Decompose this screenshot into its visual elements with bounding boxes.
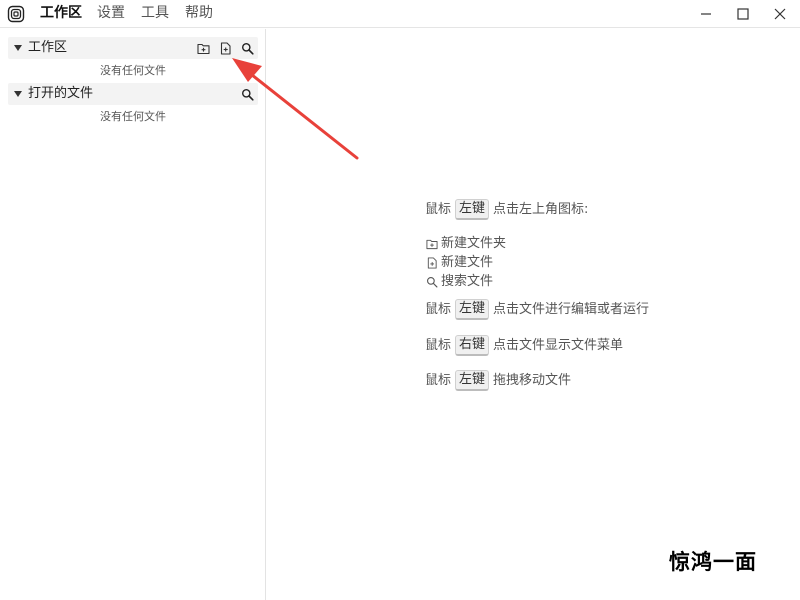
- maximize-icon: [737, 5, 749, 24]
- search-icon: [425, 276, 438, 289]
- title-bar: 工作区 设置 工具 帮助: [0, 0, 800, 28]
- main-panel: 鼠标 左键 点击左上角图标: 新建文件夹 新建文件 搜索文件 鼠标 左键 点击文…: [267, 29, 800, 600]
- close-icon: [774, 5, 786, 24]
- minimize-icon: [700, 5, 712, 24]
- close-button[interactable]: [762, 0, 798, 28]
- hint-text: 点击左上角图标:: [493, 201, 589, 217]
- caret-down-icon[interactable]: [14, 45, 22, 51]
- feature-label: 新建文件夹: [441, 236, 507, 251]
- feature-new-folder: 新建文件夹: [425, 235, 506, 253]
- app-window: 工作区 设置 工具 帮助 工作区 没有任何文件 打开的文件 没有任何文件 鼠标 …: [0, 0, 800, 600]
- open-files-empty-text: 没有任何文件: [100, 110, 166, 123]
- key-badge: 左键: [455, 199, 490, 220]
- maximize-button[interactable]: [725, 0, 761, 28]
- key-badge: 左键: [455, 299, 490, 320]
- key-badge: 左键: [455, 370, 490, 391]
- menu-help[interactable]: 帮助: [185, 4, 213, 22]
- watermark-text: 惊鸿一面: [669, 550, 757, 574]
- minimize-button[interactable]: [688, 0, 724, 28]
- hint-prefix: 鼠标: [425, 372, 452, 388]
- menu-tools[interactable]: 工具: [141, 4, 169, 22]
- search-icon[interactable]: [239, 40, 255, 56]
- feature-label: 搜索文件: [441, 274, 494, 289]
- workspace-section-header[interactable]: 工作区: [8, 37, 258, 59]
- feature-search-file: 搜索文件: [425, 273, 493, 291]
- hint-prefix: 鼠标: [425, 337, 452, 353]
- feature-label: 新建文件: [441, 255, 494, 270]
- hint-row-edit-run: 鼠标 左键 点击文件进行编辑或者运行: [425, 299, 649, 320]
- workspace-section-title: 工作区: [28, 40, 68, 55]
- feature-new-file: 新建文件: [425, 254, 493, 272]
- key-badge: 右键: [455, 335, 490, 356]
- hint-prefix: 鼠标: [425, 201, 452, 217]
- hint-row-drag-move: 鼠标 左键 拖拽移动文件: [425, 370, 571, 391]
- hint-text: 拖拽移动文件: [493, 372, 572, 388]
- app-logo-icon: [7, 5, 25, 23]
- hint-text: 点击文件显示文件菜单: [493, 337, 624, 353]
- hint-text: 点击文件进行编辑或者运行: [493, 301, 650, 317]
- hint-row-file-menu: 鼠标 右键 点击文件显示文件菜单: [425, 335, 623, 356]
- new-folder-icon[interactable]: [195, 40, 211, 56]
- search-icon[interactable]: [239, 86, 255, 102]
- menu-workspace[interactable]: 工作区: [40, 4, 82, 22]
- caret-down-icon[interactable]: [14, 91, 22, 97]
- workspace-empty-text: 没有任何文件: [100, 64, 166, 77]
- new-folder-icon: [425, 238, 438, 251]
- hint-row-click-icons: 鼠标 左键 点击左上角图标:: [425, 199, 588, 220]
- menu-settings[interactable]: 设置: [97, 4, 125, 22]
- new-file-icon: [425, 257, 438, 270]
- open-files-section-header[interactable]: 打开的文件: [8, 83, 258, 105]
- sidebar: 工作区 没有任何文件 打开的文件 没有任何文件: [0, 29, 266, 600]
- new-file-icon[interactable]: [217, 40, 233, 56]
- hint-prefix: 鼠标: [425, 301, 452, 317]
- open-files-section-title: 打开的文件: [28, 86, 94, 101]
